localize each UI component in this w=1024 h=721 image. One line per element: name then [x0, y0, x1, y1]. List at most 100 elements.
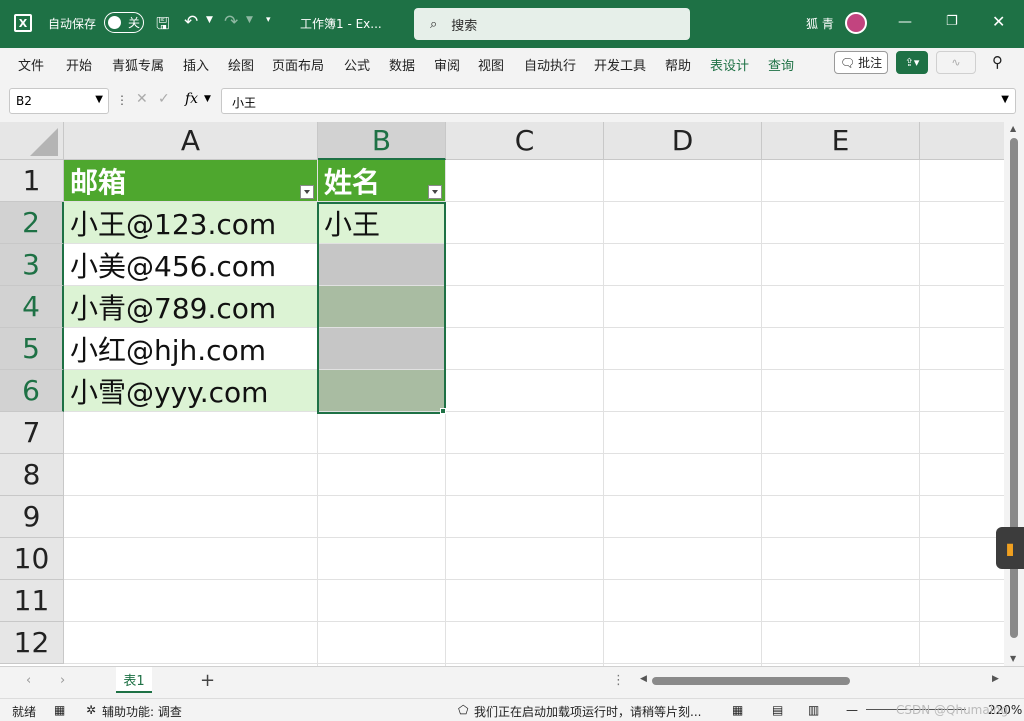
tab-view[interactable]: 视图: [478, 55, 504, 74]
tab-formulas[interactable]: 公式: [344, 55, 370, 74]
cell-a5[interactable]: 小红@hjh.com: [64, 328, 318, 370]
horizontal-scroll-thumb[interactable]: [652, 677, 850, 685]
tab-review[interactable]: 审阅: [434, 55, 460, 74]
zoom-out-icon[interactable]: —: [846, 703, 858, 717]
select-all-corner[interactable]: [0, 122, 64, 160]
tab-table-design[interactable]: 表设计: [710, 55, 749, 74]
cancel-icon[interactable]: ✕: [136, 91, 148, 107]
cell-a4[interactable]: 小青@789.com: [64, 286, 318, 328]
restore-icon[interactable]: ❐: [946, 14, 958, 29]
column-header-c[interactable]: C: [446, 122, 604, 160]
empty-cells-cde[interactable]: [446, 160, 1004, 666]
select-all-triangle-icon: [30, 128, 58, 156]
sheet-tab-bar: ‹ › 表1 + ⋮ ◀ ▶: [0, 666, 1024, 698]
accessibility-status[interactable]: 辅助功能: 调查: [102, 703, 182, 720]
tab-data[interactable]: 数据: [389, 55, 415, 74]
filter-dropdown-email-icon[interactable]: [300, 185, 314, 199]
filter-dropdown-name-icon[interactable]: [428, 185, 442, 199]
addin-icon: ⬠: [458, 703, 469, 717]
page-break-view-icon[interactable]: ▥: [808, 703, 819, 717]
title-bar: X 自动保存 关 🖫 ↶ ▼ ↷ ▼ ▾ 工作簿1 - Ex... ⌕ 搜索 狐…: [0, 0, 1024, 48]
scroll-right-icon[interactable]: ▶: [992, 674, 999, 684]
column-header-e[interactable]: E: [762, 122, 920, 160]
row-header-5[interactable]: 5: [0, 328, 64, 370]
column-header-b[interactable]: B: [318, 122, 446, 160]
tab-page-layout[interactable]: 页面布局: [272, 55, 324, 74]
row-header-8[interactable]: 8: [0, 454, 64, 496]
scroll-down-icon[interactable]: ▼: [1010, 654, 1016, 663]
redo-icon[interactable]: ↷: [224, 12, 238, 32]
column-header-f[interactable]: [920, 122, 1004, 160]
prev-sheet-icon[interactable]: ‹: [26, 673, 31, 688]
user-name[interactable]: 狐 青: [806, 15, 834, 32]
row-header-4[interactable]: 4: [0, 286, 64, 328]
customize-toolbar-icon[interactable]: ▾: [266, 15, 271, 25]
comments-button[interactable]: 🗨 批注: [834, 51, 888, 74]
autosave-toggle[interactable]: 关: [104, 12, 144, 33]
header-name-text: 姓名: [324, 165, 381, 199]
row-header-12[interactable]: 12: [0, 622, 64, 664]
share-button[interactable]: ⇪▾: [896, 51, 928, 74]
undo-dropdown-icon[interactable]: ▼: [206, 15, 213, 25]
row-header-11[interactable]: 11: [0, 580, 64, 622]
next-sheet-icon[interactable]: ›: [60, 673, 65, 688]
row-header-2[interactable]: 2: [0, 202, 64, 244]
undo-icon[interactable]: ↶: [184, 12, 198, 32]
enter-icon[interactable]: ✓: [158, 91, 170, 107]
search-box[interactable]: ⌕ 搜索: [414, 8, 690, 40]
tab-split-icon[interactable]: ⋮: [612, 673, 625, 688]
avatar[interactable]: [845, 12, 867, 34]
column-header-d[interactable]: D: [604, 122, 762, 160]
scroll-up-icon[interactable]: ▲: [1010, 124, 1016, 133]
activity-button[interactable]: ∿: [936, 51, 976, 74]
row-header-1[interactable]: 1: [0, 160, 64, 202]
save-icon[interactable]: 🖫: [156, 13, 170, 40]
usb-icon[interactable]: ▮: [996, 527, 1024, 569]
table-header-name[interactable]: 姓名: [318, 160, 446, 202]
tab-developer[interactable]: 开发工具: [594, 55, 646, 74]
fx-dropdown-icon[interactable]: ▼: [204, 94, 211, 104]
expand-formula-icon[interactable]: ▼: [1001, 94, 1009, 105]
tab-file[interactable]: 文件: [18, 55, 44, 74]
table-header-email[interactable]: 邮箱: [64, 160, 318, 202]
cell-a6[interactable]: 小雪@yyy.com: [64, 370, 318, 412]
insert-function-icon[interactable]: fx: [185, 91, 198, 107]
tab-insert[interactable]: 插入: [183, 55, 209, 74]
horizontal-scrollbar[interactable]: ◀ ▶: [640, 674, 1002, 688]
tab-automate[interactable]: 自动执行: [524, 55, 576, 74]
row-header-7[interactable]: 7: [0, 412, 64, 454]
page-layout-view-icon[interactable]: ▤: [772, 703, 783, 717]
formula-input[interactable]: 小王 ▼: [221, 88, 1016, 114]
autosave-state: 关: [128, 16, 141, 30]
name-box[interactable]: B2 ▼: [9, 88, 109, 114]
formula-bar: B2 ▼ ⋮ ✕ ✓ fx ▼ 小王 ▼: [0, 86, 1024, 116]
row-header-3[interactable]: 3: [0, 244, 64, 286]
close-icon[interactable]: ✕: [992, 12, 1005, 31]
status-bar: 就绪 ▦ ✲ 辅助功能: 调查 ⬠ 我们正在启动加载项运行时，请稍等片刻... …: [0, 698, 1024, 721]
minimize-icon[interactable]: —: [898, 14, 912, 30]
row-header-6[interactable]: 6: [0, 370, 64, 412]
empty-cells-ab[interactable]: [64, 412, 446, 666]
normal-view-icon[interactable]: ▦: [732, 703, 743, 717]
fill-handle[interactable]: [440, 408, 446, 414]
worksheet-grid[interactable]: A B C D E 1 2 3 4 5 6 7 8 9 10 11 12 邮箱 …: [0, 122, 1004, 666]
tab-help[interactable]: 帮助: [665, 55, 691, 74]
sheet-tab-1[interactable]: 表1: [116, 667, 152, 693]
column-header-a[interactable]: A: [64, 122, 318, 160]
vertical-scrollbar[interactable]: ▲ ▼: [1004, 122, 1024, 666]
cell-a2[interactable]: 小王@123.com: [64, 202, 318, 244]
tab-draw[interactable]: 绘图: [228, 55, 254, 74]
row-header-9[interactable]: 9: [0, 496, 64, 538]
accessibility-icon[interactable]: ✲: [86, 703, 96, 717]
tab-qinghu[interactable]: 青狐专属: [112, 55, 164, 74]
cell-mode-icon: ▦: [54, 703, 66, 717]
tab-home[interactable]: 开始: [66, 55, 92, 74]
copilot-icon[interactable]: ⚲: [992, 53, 1003, 71]
add-sheet-icon[interactable]: +: [200, 670, 215, 691]
redo-dropdown-icon[interactable]: ▼: [246, 15, 253, 25]
column-divider: [317, 412, 318, 666]
row-header-10[interactable]: 10: [0, 538, 64, 580]
tab-query[interactable]: 查询: [768, 55, 794, 74]
cell-a3[interactable]: 小美@456.com: [64, 244, 318, 286]
scroll-left-icon[interactable]: ◀: [640, 674, 647, 684]
